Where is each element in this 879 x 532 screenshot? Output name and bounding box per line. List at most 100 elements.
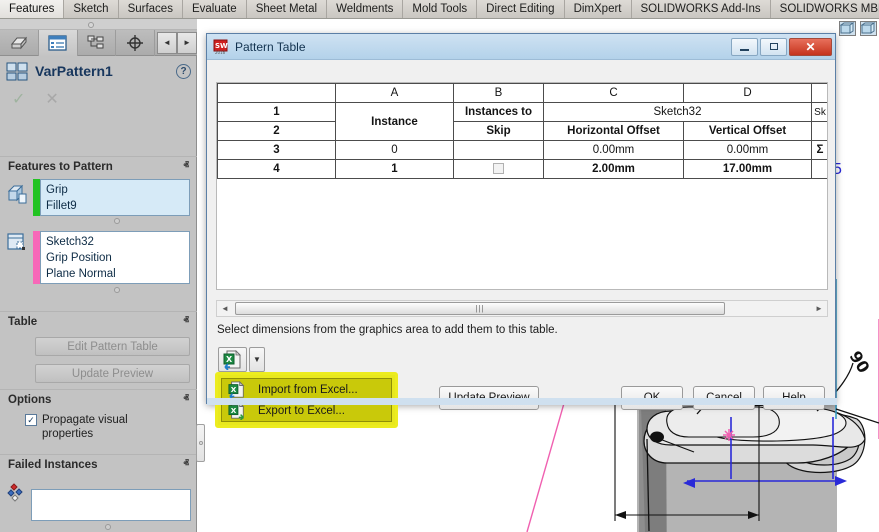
reference-sketch-list[interactable]: Sketch32 Grip Position Plane Normal: [40, 231, 190, 284]
cell-instance-header[interactable]: Instance: [335, 102, 454, 141]
cell-r3-vertical-offset[interactable]: 0.00mm: [683, 140, 812, 160]
tab-mold-tools[interactable]: Mold Tools: [403, 0, 478, 18]
section-header-failed-instances[interactable]: Failed Instances ⱏ: [0, 454, 197, 474]
scrollbar-track[interactable]: |||: [233, 301, 811, 316]
chevron-up-icon[interactable]: ⱏ: [184, 458, 189, 471]
list-item[interactable]: Grip Position: [46, 250, 184, 266]
tab-solidworks-add-ins[interactable]: SOLIDWORKS Add-Ins: [631, 0, 771, 18]
view-cube-icon-1[interactable]: [839, 21, 856, 36]
scrollbar-thumb[interactable]: |||: [235, 302, 725, 315]
cell-r4-instance[interactable]: 1: [335, 159, 454, 179]
cell-vertical-offset-header[interactable]: Vertical Offset: [683, 121, 812, 141]
panel-resize-dot[interactable]: [88, 22, 94, 28]
table-row: 4 1 2.00mm 17.00mm: [217, 159, 827, 179]
col-letter-a[interactable]: A: [335, 83, 454, 103]
chevron-up-icon[interactable]: ⱏ: [184, 160, 189, 173]
menu-item-import-from-excel[interactable]: X Import from Excel...: [222, 379, 391, 400]
chevron-up-icon[interactable]: ⱏ: [184, 315, 189, 328]
dialog-title: Pattern Table: [235, 39, 306, 54]
cell-instances-to-skip-line1[interactable]: Instances to: [453, 102, 544, 122]
cell-r3-instance[interactable]: 0: [335, 140, 454, 160]
edit-pattern-table-button[interactable]: Edit Pattern Table: [35, 337, 190, 356]
col-letter-d[interactable]: D: [683, 83, 812, 103]
skip-instance-checkbox[interactable]: [493, 163, 504, 175]
command-manager-tabs: Features Sketch Surfaces Evaluate Sheet …: [0, 0, 879, 19]
cell-r4-extra[interactable]: [811, 159, 827, 179]
row-header-2[interactable]: 2: [217, 121, 336, 141]
feature-tree-icon[interactable]: [0, 29, 39, 56]
section-header-features-to-pattern[interactable]: Features to Pattern ⱏ: [0, 156, 197, 176]
table-row: 2 Skip Horizontal Offset Vertical Offset: [217, 121, 827, 141]
dimxpert-manager-icon[interactable]: [116, 29, 155, 56]
col-letter-c[interactable]: C: [543, 83, 684, 103]
tab-dimxpert[interactable]: DimXpert: [564, 0, 632, 18]
propagate-visual-properties-checkbox[interactable]: ✓: [25, 414, 37, 426]
panel-splitter-handle[interactable]: [196, 424, 205, 462]
cell-r3-skip[interactable]: [453, 140, 544, 160]
cancel-button[interactable]: ✕: [45, 89, 58, 109]
list-item[interactable]: Grip: [46, 182, 184, 198]
tab-weldments[interactable]: Weldments: [327, 0, 404, 18]
col-letter-e[interactable]: [811, 83, 827, 103]
svg-text:2016: 2016: [215, 50, 226, 55]
maximize-icon[interactable]: [760, 37, 787, 56]
nav-next-button[interactable]: ►: [177, 31, 197, 54]
row-header-3[interactable]: 3: [217, 140, 336, 160]
col-letter-blank[interactable]: [217, 83, 336, 103]
cell-r4-horizontal-offset[interactable]: 2.00mm: [543, 159, 684, 179]
tab-sketch[interactable]: Sketch: [64, 0, 119, 18]
excel-dropdown-caret[interactable]: ▼: [249, 347, 265, 372]
failed-instances-list[interactable]: [31, 489, 191, 521]
property-manager-icon[interactable]: [38, 29, 78, 56]
tab-surfaces[interactable]: Surfaces: [118, 0, 183, 18]
list-item[interactable]: Plane Normal: [46, 266, 184, 282]
section-header-options[interactable]: Options ⱏ: [0, 389, 197, 409]
row-header-1[interactable]: 1: [217, 102, 336, 122]
chevron-up-icon[interactable]: ⱏ: [184, 393, 189, 406]
cell-sk-header[interactable]: Sk: [811, 102, 827, 122]
nav-next-glyph: ►: [183, 38, 191, 47]
tab-direct-editing[interactable]: Direct Editing: [477, 0, 565, 18]
scroll-left-arrow-icon[interactable]: ◄: [217, 304, 233, 313]
list-resize-handle[interactable]: [114, 218, 120, 224]
cell-blank-header[interactable]: [811, 121, 827, 141]
list-item[interactable]: Fillet9: [46, 198, 184, 214]
nav-prev-button[interactable]: ◄: [157, 31, 177, 54]
cell-r3-horizontal-offset[interactable]: 0.00mm: [543, 140, 684, 160]
table-horizontal-scrollbar[interactable]: ◄ ||| ►: [216, 300, 828, 317]
view-orientation-icons[interactable]: [839, 21, 877, 36]
section-header-table[interactable]: Table ⱏ: [0, 311, 197, 331]
cell-instances-to-skip-line2[interactable]: Skip: [453, 121, 544, 141]
cell-horizontal-offset-header[interactable]: Horizontal Offset: [543, 121, 684, 141]
minimize-icon[interactable]: [731, 37, 758, 56]
list-item[interactable]: Sketch32: [46, 234, 184, 250]
tab-features[interactable]: Features: [0, 0, 65, 18]
scroll-right-arrow-icon[interactable]: ►: [811, 304, 827, 313]
pattern-table-grid[interactable]: A B C D 1 Instance Instances to Sketch32…: [216, 82, 828, 290]
pattern-table: A B C D 1 Instance Instances to Sketch32…: [217, 83, 827, 179]
sigma-icon[interactable]: Σ: [811, 140, 827, 160]
update-preview-button-panel[interactable]: Update Preview: [35, 364, 190, 383]
help-icon[interactable]: ?: [176, 63, 191, 79]
view-cube-icon-2[interactable]: [860, 21, 877, 36]
configuration-manager-icon[interactable]: [78, 29, 117, 56]
features-to-pattern-list[interactable]: Grip Fillet9: [40, 179, 190, 216]
dialog-title-bar[interactable]: SW 2016 Pattern Table ✕: [207, 34, 835, 60]
cell-sketch32-header[interactable]: Sketch32: [543, 102, 812, 122]
col-letter-b[interactable]: B: [453, 83, 544, 103]
cell-r4-vertical-offset[interactable]: 17.00mm: [683, 159, 812, 179]
row-header-4[interactable]: 4: [217, 159, 336, 179]
tab-solidworks-mbd[interactable]: SOLIDWORKS MBD: [770, 0, 879, 18]
close-icon[interactable]: ✕: [789, 37, 832, 56]
tab-evaluate[interactable]: Evaluate: [182, 0, 247, 18]
excel-button[interactable]: X: [218, 347, 247, 372]
cell-r4-skip[interactable]: [453, 159, 544, 179]
feature-manager-nav-arrows[interactable]: ◄ ►: [157, 31, 197, 54]
tab-sheet-metal[interactable]: Sheet Metal: [246, 0, 328, 18]
table-row: 1 Instance Instances to Sketch32 Sk: [217, 102, 827, 141]
list-resize-handle[interactable]: [114, 287, 120, 293]
panel-top-strip: [0, 19, 197, 30]
propagate-visual-properties-row[interactable]: ✓ Propagate visual properties: [25, 413, 175, 441]
accept-button[interactable]: ✓: [12, 89, 25, 109]
list-resize-handle[interactable]: [105, 524, 111, 530]
